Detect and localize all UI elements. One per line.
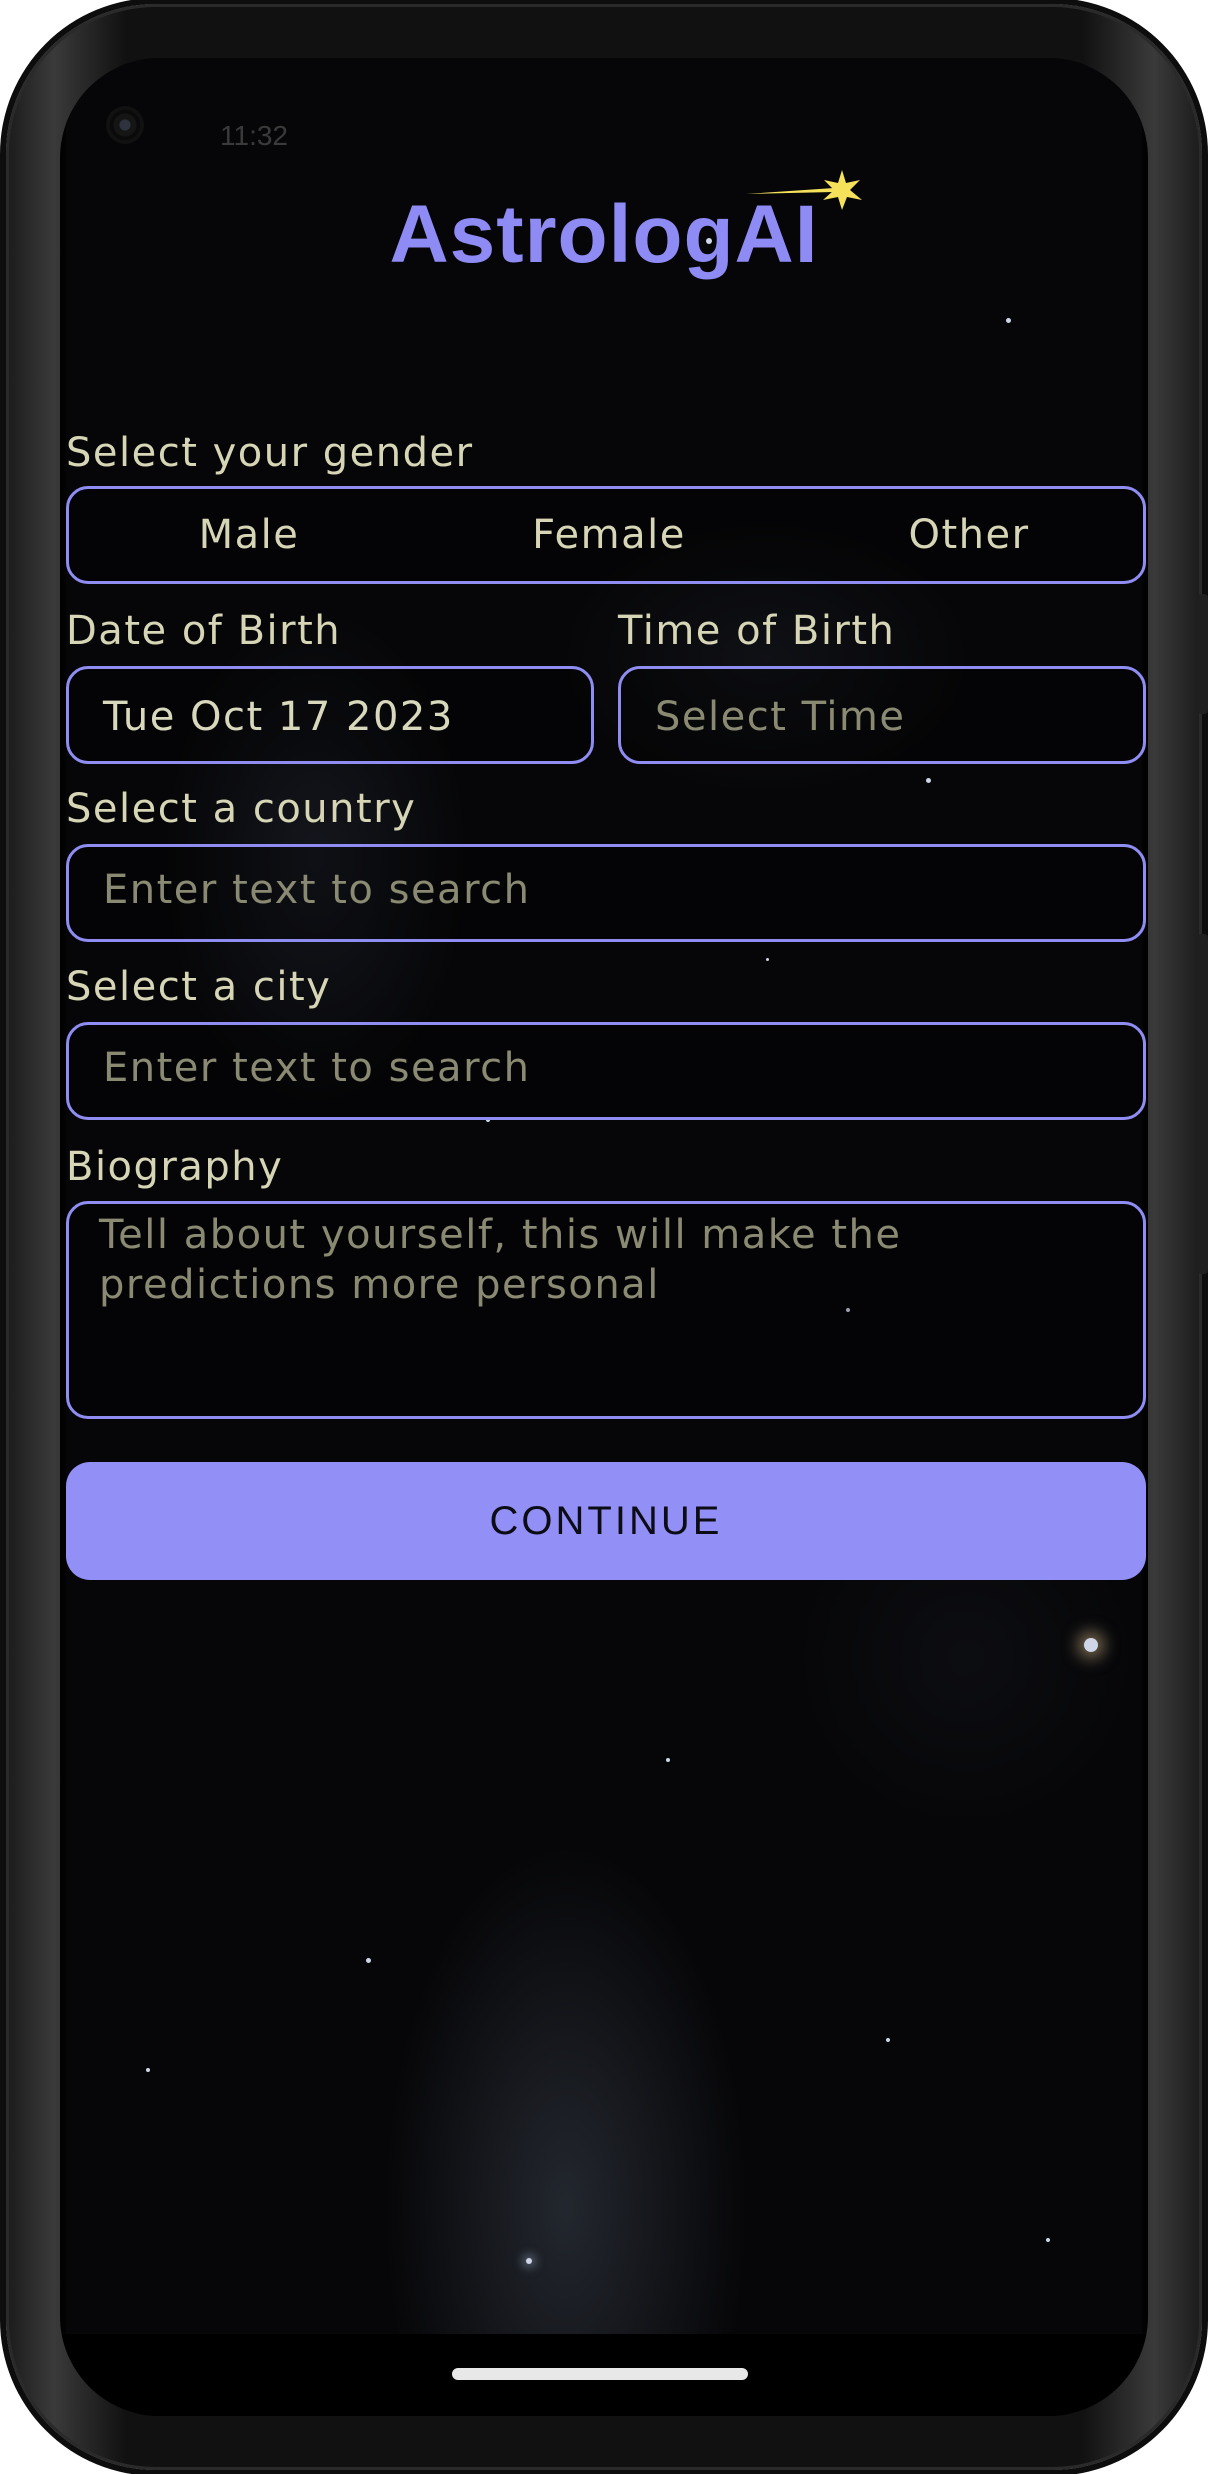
biography-placeholder: Tell about yourself, this will make the … <box>99 1212 902 1308</box>
country-search-input[interactable]: Enter text to search <box>66 844 1146 942</box>
biography-label: Biography <box>66 1144 284 1190</box>
country-label: Select a country <box>66 786 417 832</box>
date-of-birth-field[interactable]: Tue Oct 17 2023 <box>66 666 594 764</box>
date-of-birth-value: Tue Oct 17 2023 <box>103 694 454 740</box>
city-placeholder: Enter text to search <box>103 1045 531 1091</box>
time-of-birth-label: Time of Birth <box>618 608 896 654</box>
date-of-birth-label: Date of Birth <box>66 608 342 654</box>
power-button <box>1198 594 1208 714</box>
app-logo-title: AstrologAI <box>389 189 819 280</box>
time-of-birth-placeholder: Select Time <box>655 694 906 740</box>
time-of-birth-field[interactable]: Select Time <box>618 666 1146 764</box>
gender-label: Select your gender <box>66 430 474 476</box>
camera-icon <box>110 110 140 140</box>
city-search-input[interactable]: Enter text to search <box>66 1022 1146 1120</box>
phone-frame: 11:32 AstrologAI Select your gender Male… <box>6 4 1208 2470</box>
screen: 11:32 AstrologAI Select your gender Male… <box>60 58 1148 2416</box>
space-background <box>66 58 1142 2334</box>
country-placeholder: Enter text to search <box>103 867 531 913</box>
volume-button <box>1198 934 1208 1274</box>
gender-option-other[interactable]: Other <box>789 489 1148 581</box>
home-indicator[interactable] <box>452 2368 748 2380</box>
status-time: 11:32 <box>220 120 288 151</box>
continue-button[interactable]: CONTINUE <box>66 1462 1146 1580</box>
gender-option-female[interactable]: Female <box>429 489 789 581</box>
logo-star-icon <box>746 170 862 210</box>
biography-textarea[interactable]: Tell about yourself, this will make the … <box>66 1201 1146 1419</box>
city-label: Select a city <box>66 964 332 1010</box>
gender-selector: Male Female Other <box>66 486 1146 584</box>
gender-option-male[interactable]: Male <box>69 489 429 581</box>
